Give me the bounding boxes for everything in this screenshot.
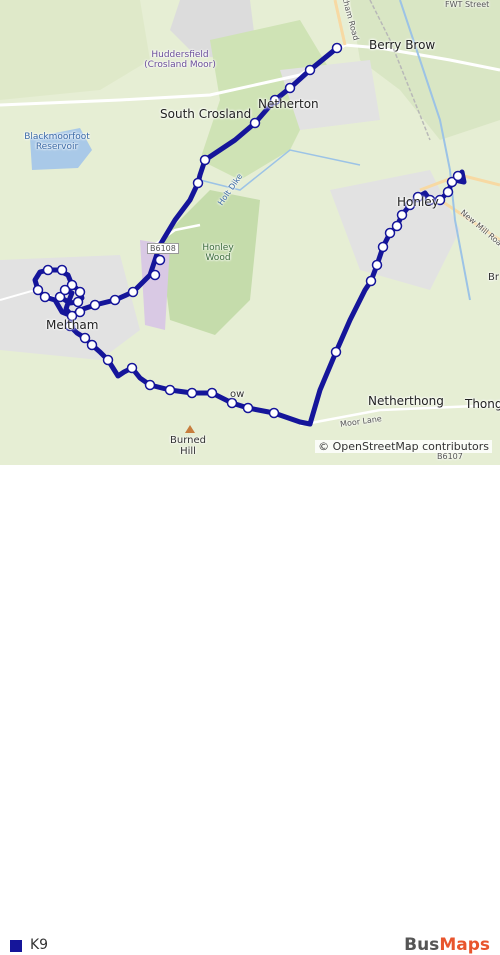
bus-stop-marker[interactable] (331, 42, 343, 54)
place-brockholes: Br (488, 272, 499, 283)
bus-stop-marker[interactable] (127, 286, 139, 298)
bus-stop-marker[interactable] (164, 384, 176, 396)
place-honley: Honley (397, 195, 439, 209)
bus-stop-marker[interactable] (391, 220, 403, 232)
bus-stop-marker[interactable] (396, 209, 408, 221)
place-burned-hill: Burned Hill (170, 435, 206, 457)
bus-stop-marker[interactable] (330, 346, 342, 358)
bus-stop-marker[interactable] (79, 332, 91, 344)
bus-stop-marker[interactable] (59, 284, 71, 296)
bus-stop-marker[interactable] (284, 82, 296, 94)
bus-stop-marker[interactable] (199, 154, 211, 166)
place-thongsbridge: Thongs (465, 397, 500, 411)
bus-stop-marker[interactable] (192, 177, 204, 189)
bus-stop-marker[interactable] (268, 407, 280, 419)
bus-stop-marker[interactable] (102, 354, 114, 366)
brand-part-1: Bus (404, 935, 440, 955)
bus-stop-marker[interactable] (126, 362, 138, 374)
legend-route-label: K9 (30, 937, 49, 953)
place-netherton: Netherton (258, 97, 319, 111)
bus-stop-marker[interactable] (186, 387, 198, 399)
place-south-crosland: South Crosland (160, 107, 252, 121)
place-berry-brow: Berry Brow (369, 38, 436, 52)
place-airport: Huddersfield (Crosland Moor) (144, 50, 216, 70)
road-label-b6108: B6108 (147, 243, 179, 254)
bus-stop-marker[interactable] (452, 170, 464, 182)
bus-stop-marker[interactable] (304, 64, 316, 76)
bus-stop-marker[interactable] (89, 299, 101, 311)
legend-color-swatch (10, 940, 22, 952)
bus-stop-marker[interactable] (39, 291, 51, 303)
bus-stop-marker[interactable] (206, 387, 218, 399)
road-label-b6107: B6107 (437, 452, 463, 461)
bus-stop-marker[interactable] (154, 254, 166, 266)
map-attribution[interactable]: © OpenStreetMap contributors (315, 440, 492, 453)
bus-stop-marker[interactable] (144, 379, 156, 391)
bus-stop-marker[interactable] (86, 339, 98, 351)
place-netherthong: Netherthong (368, 394, 444, 408)
bus-stop-marker[interactable] (74, 286, 86, 298)
bus-stop-marker[interactable] (149, 269, 161, 281)
bus-stop-marker[interactable] (32, 284, 44, 296)
bus-stop-marker[interactable] (109, 294, 121, 306)
bus-stop-marker[interactable] (377, 241, 389, 253)
map-area[interactable]: Berry Brow Netherton South Crosland Hudd… (0, 0, 500, 465)
place-honley-wood: Honley Wood (202, 243, 234, 263)
brand-part-2: Maps (439, 935, 490, 955)
bus-stop-marker[interactable] (42, 264, 54, 276)
meltham-urban (0, 255, 140, 360)
busmaps-logo[interactable]: BusMaps (404, 935, 490, 955)
place-reservoir: Blackmoorfoot Reservoir (24, 132, 90, 152)
bus-stop-marker[interactable] (242, 402, 254, 414)
place-fwt-street: FWT Street (445, 0, 490, 9)
bus-stop-marker[interactable] (72, 296, 84, 308)
bus-stop-marker[interactable] (249, 117, 261, 129)
bus-stop-marker[interactable] (442, 186, 454, 198)
bus-stop-marker[interactable] (56, 264, 68, 276)
place-row: ow (230, 389, 245, 400)
bus-stop-marker[interactable] (371, 259, 383, 271)
legend-footer: K9 BusMaps (0, 465, 500, 955)
bus-stop-marker[interactable] (365, 275, 377, 287)
bus-stop-marker[interactable] (384, 227, 396, 239)
place-meltham: Meltham (46, 318, 99, 332)
